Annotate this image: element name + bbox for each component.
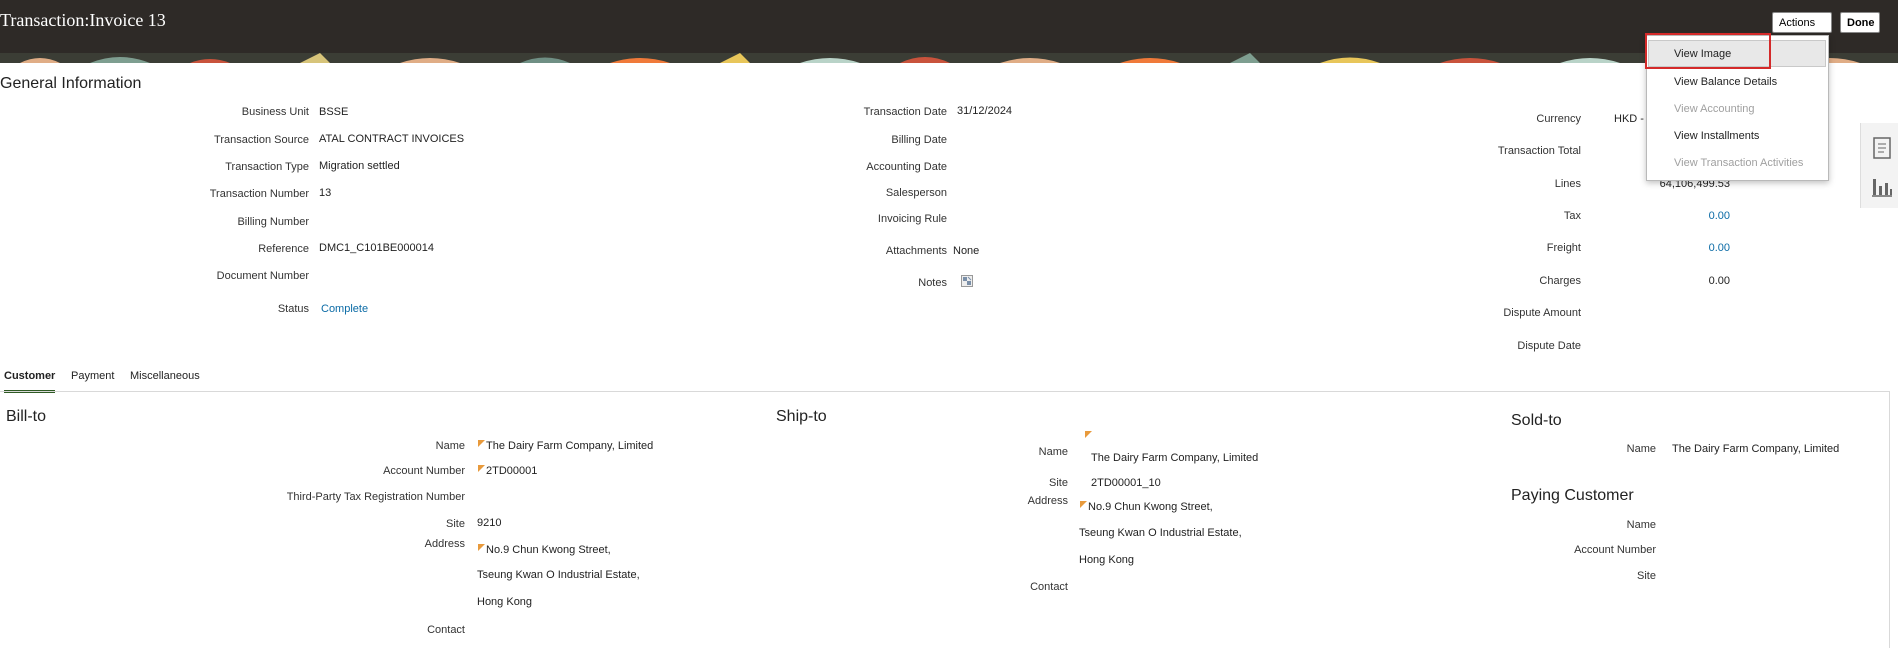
done-button[interactable]: Done (1840, 12, 1880, 33)
tab-divider (0, 391, 1890, 392)
currency-value: HKD - (1614, 113, 1644, 125)
menu-item-view-transaction-activities: View Transaction Activities (1674, 157, 1804, 169)
transaction-source-value: ATAL CONTRACT INVOICES (319, 133, 465, 145)
attachments-value: None (953, 245, 980, 257)
ship-to-site-label: Site (1049, 477, 1068, 489)
notes-icon[interactable] (961, 275, 973, 287)
transaction-date-label: Transaction Date (863, 106, 947, 118)
reference-label: Reference (258, 243, 309, 255)
ship-to-address-line-3: Hong Kong (1079, 554, 1135, 566)
transaction-type-value: Migration settled (319, 160, 400, 172)
bill-to-heading: Bill-to (6, 408, 47, 425)
address-text: No.9 Chun Kwong Street, (1088, 501, 1213, 513)
bill-to-contact-label: Contact (427, 624, 465, 636)
ship-to-name-value: The Dairy Farm Company, Limited (1091, 452, 1259, 464)
third-party-tax-label: Third-Party Tax Registration Number (286, 491, 465, 503)
paying-customer-account-label: Account Number (1574, 544, 1656, 556)
transaction-source-label: Transaction Source (214, 134, 309, 146)
tab-payment[interactable]: Payment (71, 370, 114, 390)
invoicing-rule-label: Invoicing Rule (877, 213, 947, 225)
flag-icon (478, 544, 485, 551)
actions-label: Actions (1779, 17, 1816, 29)
banner-pattern (0, 53, 1898, 63)
notes-label: Notes (918, 277, 947, 289)
ship-to-address-line-1: No.9 Chun Kwong Street, (1080, 501, 1213, 513)
transaction-type-label: Transaction Type (225, 161, 309, 173)
bill-to-address-line-3: Hong Kong (477, 596, 533, 608)
actions-button[interactable]: Actions (1772, 12, 1832, 48)
document-number-label: Document Number (216, 270, 309, 282)
billing-number-label: Billing Number (237, 216, 309, 228)
bill-to-address-line-2: Tseung Kwan O Industrial Estate, (477, 569, 640, 581)
decorative-banner (0, 53, 1898, 63)
ship-to-heading: Ship-to (776, 408, 827, 425)
salesperson-label: Salesperson (885, 187, 947, 199)
side-panel (1860, 123, 1898, 208)
sold-to-heading: Sold-to (1511, 412, 1562, 429)
flag-icon (478, 440, 485, 447)
reference-value: DMC1_C101BE000014 (319, 242, 434, 254)
flag-icon (1080, 501, 1087, 508)
tax-link[interactable]: 0.00 (1709, 210, 1730, 222)
charges-label: Charges (1539, 275, 1581, 287)
accounting-date-label: Accounting Date (866, 161, 947, 173)
tax-label: Tax (1563, 210, 1581, 222)
paying-customer-site-label: Site (1637, 570, 1656, 582)
freight-label: Freight (1546, 242, 1581, 254)
billing-date-label: Billing Date (891, 134, 947, 146)
transaction-date-value: 31/12/2024 (957, 105, 1013, 117)
paying-customer-name-label: Name (1626, 519, 1656, 531)
ship-to-address-label: Address (1027, 495, 1068, 507)
transaction-number-value: 13 (319, 187, 332, 199)
bill-to-account-label: Account Number (383, 465, 465, 477)
bill-to-name-label: Name (435, 440, 465, 452)
tab-customer[interactable]: Customer (4, 370, 56, 393)
address-text: No.9 Chun Kwong Street, (486, 544, 611, 556)
page-header (0, 0, 1898, 53)
business-unit-label: Business Unit (241, 106, 309, 118)
page-title: Transaction:Invoice 13 (0, 10, 166, 30)
bill-to-account-value: 2TD00001 (478, 465, 537, 477)
ship-to-site-value: 2TD00001_10 (1091, 477, 1161, 489)
bill-to-site-value: 9210 (477, 517, 502, 529)
chart-icon[interactable] (1871, 175, 1893, 197)
status-label: Status (277, 303, 309, 315)
attachments-label: Attachments (885, 245, 947, 257)
bill-to-address-line-1: No.9 Chun Kwong Street, (478, 544, 611, 556)
status-link[interactable]: Complete (321, 303, 368, 315)
menu-item-view-installments[interactable]: View Installments (1674, 130, 1759, 142)
flag-icon (478, 465, 485, 472)
tab-panel-border (1889, 391, 1890, 648)
dispute-date-label: Dispute Date (1517, 340, 1581, 352)
tab-miscellaneous[interactable]: Miscellaneous (130, 370, 200, 390)
ship-to-name-label: Name (1038, 446, 1068, 458)
bill-to-name-text: The Dairy Farm Company, Limited (486, 440, 654, 452)
dispute-amount-label: Dispute Amount (1503, 307, 1581, 319)
bill-to-name-value: The Dairy Farm Company, Limited (478, 440, 653, 452)
transaction-total-label: Transaction Total (1497, 145, 1581, 157)
bill-to-address-label: Address (424, 538, 465, 550)
menu-item-view-accounting: View Accounting (1674, 103, 1755, 115)
general-information-heading: General Information (0, 75, 142, 92)
charges-value: 0.00 (1708, 275, 1730, 287)
freight-link[interactable]: 0.00 (1709, 242, 1730, 254)
sold-to-name-label: Name (1626, 443, 1656, 455)
menu-item-view-balance-details[interactable]: View Balance Details (1674, 76, 1777, 88)
sold-to-name-value: The Dairy Farm Company, Limited (1672, 443, 1840, 455)
paying-customer-heading: Paying Customer (1511, 487, 1634, 504)
business-unit-value: BSSE (319, 106, 349, 118)
currency-label: Currency (1536, 113, 1581, 125)
flag-icon (1085, 431, 1093, 443)
lines-label: Lines (1554, 178, 1581, 190)
highlight-box (1645, 33, 1771, 69)
transaction-number-label: Transaction Number (209, 188, 309, 200)
bill-to-site-label: Site (446, 518, 465, 530)
bill-to-account-text: 2TD00001 (486, 465, 538, 477)
ship-to-contact-label: Contact (1030, 581, 1068, 593)
document-icon[interactable] (1873, 137, 1891, 159)
ship-to-address-line-2: Tseung Kwan O Industrial Estate, (1079, 527, 1242, 539)
